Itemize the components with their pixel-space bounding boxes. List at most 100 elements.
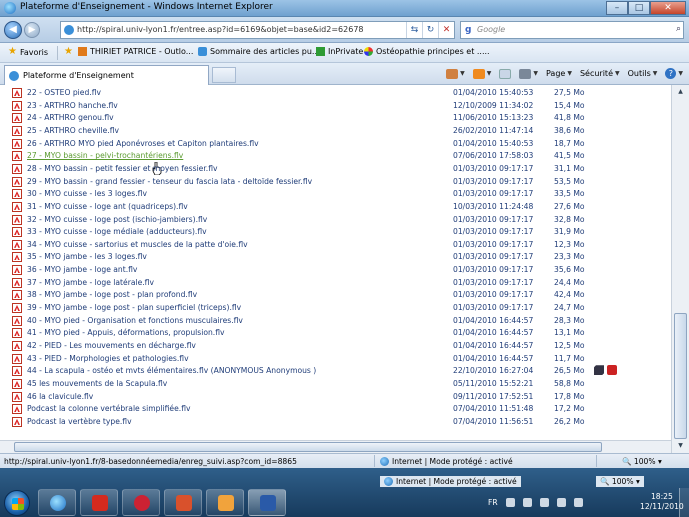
table-row: 45 les mouvements de la Scapula.flv 05/11… [0, 378, 671, 390]
pdf-icon [12, 189, 22, 200]
page-menu-label: Page [545, 69, 566, 78]
taskbar-app[interactable] [122, 489, 160, 516]
start-button[interactable] [4, 490, 30, 516]
tray-up-icon[interactable] [505, 498, 515, 507]
favorite-item-inprivate[interactable]: InPrivate [316, 47, 363, 56]
close-button[interactable]: ✕ [650, 1, 686, 15]
file-link[interactable]: 36 - MYO jambe - loge ant.flv [27, 265, 137, 274]
taskbar-powerpoint[interactable] [164, 489, 202, 516]
security-menu[interactable]: Sécurité ▼ [580, 69, 620, 78]
powerpoint-icon [176, 495, 192, 511]
feeds-button[interactable]: ▼ [472, 68, 491, 79]
multi-icon [364, 47, 373, 56]
edit-icon[interactable] [594, 365, 604, 376]
command-bar: Plateforme d'Enseignement ▼ ▼ ▼ Page ▼ Sé… [0, 63, 689, 85]
favorites-button[interactable]: ★ Favoris [8, 47, 48, 57]
file-link[interactable]: 31 - MYO cuisse - loge ant (quadriceps).… [27, 202, 188, 211]
forward-button[interactable]: ▶ [24, 22, 40, 38]
show-desktop-button[interactable] [679, 488, 689, 517]
file-size: 35,6 Mo [554, 265, 585, 275]
file-link[interactable]: 42 - PIED - Les mouvements en décharge.f… [27, 341, 196, 350]
taskbar-acrobat[interactable] [80, 489, 118, 516]
url-tools: ⇆ ↻ ✕ [406, 22, 454, 38]
horizontal-scroll-thumb[interactable] [14, 442, 602, 452]
back-button[interactable]: ◀ [4, 21, 22, 39]
file-link[interactable]: 38 - MYO jambe - loge post - plan profon… [27, 290, 197, 299]
taskbar-ie[interactable] [38, 489, 76, 516]
file-size: 17,8 Mo [554, 391, 585, 401]
home-button[interactable]: ▼ [446, 68, 465, 79]
file-size: 26,5 Mo [554, 366, 585, 376]
refresh-button[interactable]: ↻ [422, 22, 438, 38]
file-size: 42,4 Mo [554, 290, 585, 300]
file-link[interactable]: Podcast la vertèbre type.flv [27, 417, 132, 426]
minimize-button[interactable]: – [606, 1, 628, 15]
pdf-icon [12, 239, 22, 250]
antivirus-icon[interactable] [556, 498, 566, 507]
file-link[interactable]: 30 - MYO cuisse - les 3 loges.flv [27, 189, 147, 198]
volume-icon[interactable] [573, 498, 583, 507]
pdf-icon [12, 353, 22, 364]
url-field[interactable]: http://spiral.univ-lyon1.fr/entree.asp?i… [60, 21, 455, 39]
stop-button[interactable]: ✕ [438, 22, 454, 38]
file-link[interactable]: 45 les mouvements de la Scapula.flv [27, 379, 167, 388]
file-link[interactable]: 43 - PIED - Morphologies et pathologies.… [27, 354, 189, 363]
file-link[interactable]: 26 - ARTHRO MYO pied Aponévroses et Capi… [27, 139, 259, 148]
pdf-icon [12, 100, 22, 111]
taskbar-media[interactable] [206, 489, 244, 516]
search-input[interactable]: g Google ⌕ [460, 21, 684, 39]
clock[interactable]: 18:25 12/11/2010 [640, 492, 684, 512]
file-link[interactable]: 32 - MYO cuisse - loge post (ischio-jamb… [27, 215, 207, 224]
pdf-icon [12, 265, 22, 276]
taskbar-word[interactable] [248, 489, 286, 516]
favorite-item-outlook[interactable]: THIRIET PATRICE - Outlo... [78, 47, 193, 56]
tools-menu[interactable]: Outils ▼ [628, 69, 658, 78]
scroll-up-button[interactable]: ▲ [674, 86, 687, 98]
file-date: 07/06/2010 17:58:03 [453, 151, 534, 161]
file-link[interactable]: 37 - MYO jambe - loge latérale.flv [27, 278, 154, 287]
search-icon[interactable]: ⌕ [676, 24, 681, 34]
file-link[interactable]: 39 - MYO jambe - loge post - plan superf… [27, 303, 241, 312]
file-link[interactable]: 44 - La scapula - ostéo et mvts élémenta… [27, 366, 316, 375]
scroll-down-button[interactable]: ▼ [674, 440, 687, 452]
file-link[interactable]: 40 - MYO pied - Organisation et fonction… [27, 316, 243, 325]
windows-logo-icon [12, 498, 24, 510]
file-link[interactable]: 25 - ARTHRO cheville.flv [27, 126, 119, 135]
vertical-scrollbar[interactable]: ▲ ▼ [671, 85, 689, 453]
file-link[interactable]: 33 - MYO cuisse - loge médiale (adducteu… [27, 227, 207, 236]
new-tab-button[interactable] [212, 67, 236, 83]
file-link[interactable]: 28 - MYO bassin - petit fessier et moyen… [27, 164, 217, 173]
file-link[interactable]: 27 - MYO bassin - pelvi-trochantériens.f… [27, 151, 183, 160]
maximize-button[interactable]: □ [628, 1, 650, 15]
file-link[interactable]: 41 - MYO pied - Appuis, déformations, pr… [27, 328, 225, 337]
favorite-item-sommaire[interactable]: Sommaire des articles pu... [198, 47, 320, 56]
mail-button[interactable] [499, 68, 512, 79]
page-menu[interactable]: Page ▼ [546, 69, 572, 78]
table-row: 22 - OSTEO pied.flv 01/04/2010 15:40:53 27… [0, 87, 671, 99]
security-zone[interactable]: Internet | Mode protégé : activé [380, 457, 513, 466]
favorites-add-icon[interactable]: ★ [64, 47, 73, 57]
file-date: 11/06/2010 15:13:23 [453, 113, 534, 123]
print-button[interactable]: ▼ [519, 68, 538, 79]
network-icon[interactable] [522, 498, 532, 507]
favorite-item-osteopathie[interactable]: Ostéopathie principes et ..... [364, 47, 490, 56]
file-link[interactable]: 22 - OSTEO pied.flv [27, 88, 101, 97]
tab-plateforme[interactable]: Plateforme d'Enseignement [4, 65, 209, 85]
scroll-thumb[interactable] [674, 313, 687, 439]
file-link[interactable]: 29 - MYO bassin - grand fessier - tenseu… [27, 177, 312, 186]
language-indicator[interactable]: FR [488, 498, 498, 507]
clock-date: 12/11/2010 [640, 502, 684, 511]
zoom-level[interactable]: 🔍 100% ▾ [622, 457, 662, 466]
compat-view-button[interactable]: ⇆ [406, 22, 422, 38]
file-link[interactable]: 23 - ARTHRO hanche.flv [27, 101, 118, 110]
print-icon [519, 68, 532, 79]
help-menu[interactable]: ? ▼ [665, 68, 683, 79]
file-link[interactable]: Podcast la colonne vertébrale simplifiée… [27, 404, 190, 413]
horizontal-scrollbar[interactable] [0, 440, 671, 453]
file-link[interactable]: 34 - MYO cuisse - sartorius et muscles d… [27, 240, 248, 249]
file-link[interactable]: 24 - ARTHRO genou.flv [27, 113, 114, 122]
file-link[interactable]: 35 - MYO jambe - les 3 loges.flv [27, 252, 147, 261]
delete-icon[interactable] [607, 365, 617, 376]
flag-icon[interactable] [539, 498, 549, 507]
file-link[interactable]: 46 la clavicule.flv [27, 392, 93, 401]
